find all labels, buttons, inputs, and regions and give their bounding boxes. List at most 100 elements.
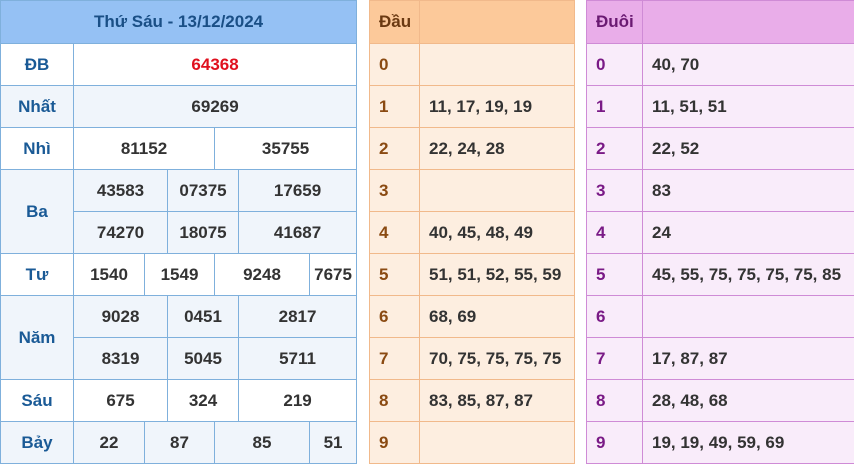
head-digit: 1 <box>370 86 420 128</box>
tail-digit-table: Đuôi 040, 70111, 51, 51222, 52383424545,… <box>586 0 854 464</box>
head-digit: 2 <box>370 128 420 170</box>
tail-values: 22, 52 <box>643 128 854 170</box>
tail-values: 24 <box>643 212 854 254</box>
head-values: 22, 24, 28 <box>420 128 575 170</box>
prize-number: 324 <box>168 380 239 422</box>
prize-label: Tư <box>1 254 74 296</box>
prize-number: 74270 <box>74 212 168 254</box>
prize-number: 87 <box>145 422 215 464</box>
head-table-body: 0111, 17, 19, 19222, 24, 283440, 45, 48,… <box>370 44 575 464</box>
prize-label: Nhì <box>1 128 74 170</box>
prize-number: 17659 <box>239 170 357 212</box>
head-row-3: 3 <box>370 170 575 212</box>
tail-digit: 7 <box>587 338 643 380</box>
tail-digit: 8 <box>587 380 643 422</box>
tail-values: 40, 70 <box>643 44 854 86</box>
tail-digit: 0 <box>587 44 643 86</box>
special-prize-number: 64368 <box>74 44 357 86</box>
head-table-title: Đầu <box>370 1 420 44</box>
head-digit: 0 <box>370 44 420 86</box>
head-values: 11, 17, 19, 19 <box>420 86 575 128</box>
tail-row-3: 383 <box>587 170 854 212</box>
results-table: Thứ Sáu - 13/12/2024 ĐB 64368 Nhất 69269… <box>0 0 357 464</box>
head-row-7: 770, 75, 75, 75, 75 <box>370 338 575 380</box>
head-digit-table: Đầu 0111, 17, 19, 19222, 24, 283440, 45,… <box>369 0 575 464</box>
prize-number: 18075 <box>168 212 239 254</box>
head-values: 68, 69 <box>420 296 575 338</box>
head-row-4: 440, 45, 48, 49 <box>370 212 575 254</box>
head-values: 70, 75, 75, 75, 75 <box>420 338 575 380</box>
prize-row-nhat: Nhất 69269 <box>1 86 357 128</box>
head-values: 40, 45, 48, 49 <box>420 212 575 254</box>
tail-values: 17, 87, 87 <box>643 338 854 380</box>
tail-row-6: 6 <box>587 296 854 338</box>
tail-values <box>643 296 854 338</box>
head-values: 51, 51, 52, 55, 59 <box>420 254 575 296</box>
head-digit: 8 <box>370 380 420 422</box>
prize-row-tu: Tư 1540 1549 9248 7675 <box>1 254 357 296</box>
tail-digit: 4 <box>587 212 643 254</box>
tail-row-0: 040, 70 <box>587 44 854 86</box>
prize-number: 85 <box>215 422 310 464</box>
prize-label: Bảy <box>1 422 74 464</box>
head-row-0: 0 <box>370 44 575 86</box>
prize-number: 22 <box>74 422 145 464</box>
head-row-8: 883, 85, 87, 87 <box>370 380 575 422</box>
head-row-1: 111, 17, 19, 19 <box>370 86 575 128</box>
tail-digit: 5 <box>587 254 643 296</box>
tail-digit: 2 <box>587 128 643 170</box>
tail-digit: 9 <box>587 422 643 464</box>
head-digit: 3 <box>370 170 420 212</box>
prize-number: 8319 <box>74 338 168 380</box>
tail-values: 45, 55, 75, 75, 75, 75, 85 <box>643 254 854 296</box>
prize-number: 5711 <box>239 338 357 380</box>
head-table-header-blank <box>420 1 575 44</box>
tail-table-body: 040, 70111, 51, 51222, 52383424545, 55, … <box>587 44 854 464</box>
tail-values: 11, 51, 51 <box>643 86 854 128</box>
tail-values: 19, 19, 49, 59, 69 <box>643 422 854 464</box>
tail-row-1: 111, 51, 51 <box>587 86 854 128</box>
prize-number: 1540 <box>74 254 145 296</box>
prize-number: 81152 <box>74 128 215 170</box>
prize-row-ba: Ba 43583 07375 17659 <box>1 170 357 212</box>
prize-number: 9248 <box>215 254 310 296</box>
head-row-6: 668, 69 <box>370 296 575 338</box>
results-title: Thứ Sáu - 13/12/2024 <box>1 1 357 44</box>
head-row-5: 551, 51, 52, 55, 59 <box>370 254 575 296</box>
prize-label: ĐB <box>1 44 74 86</box>
prize-number: 5045 <box>168 338 239 380</box>
prize-number: 1549 <box>145 254 215 296</box>
head-row-2: 222, 24, 28 <box>370 128 575 170</box>
tail-table-title: Đuôi <box>587 1 643 44</box>
prize-number: 07375 <box>168 170 239 212</box>
prize-number: 7675 <box>310 254 357 296</box>
prize-number: 51 <box>310 422 357 464</box>
prize-number: 675 <box>74 380 168 422</box>
head-digit: 6 <box>370 296 420 338</box>
head-digit: 4 <box>370 212 420 254</box>
head-row-9: 9 <box>370 422 575 464</box>
head-values <box>420 422 575 464</box>
tail-row-2: 222, 52 <box>587 128 854 170</box>
tail-values: 28, 48, 68 <box>643 380 854 422</box>
prize-number: 41687 <box>239 212 357 254</box>
head-values: 83, 85, 87, 87 <box>420 380 575 422</box>
head-digit: 5 <box>370 254 420 296</box>
tail-row-8: 828, 48, 68 <box>587 380 854 422</box>
tail-digit: 6 <box>587 296 643 338</box>
prize-number: 69269 <box>74 86 357 128</box>
prize-label: Sáu <box>1 380 74 422</box>
prize-label: Năm <box>1 296 74 380</box>
tail-row-7: 717, 87, 87 <box>587 338 854 380</box>
tail-row-9: 919, 19, 49, 59, 69 <box>587 422 854 464</box>
prize-number: 9028 <box>74 296 168 338</box>
tail-values: 83 <box>643 170 854 212</box>
prize-row-bay: Bảy 22 87 85 51 <box>1 422 357 464</box>
prize-row-nhi: Nhì 81152 35755 <box>1 128 357 170</box>
head-values <box>420 44 575 86</box>
prize-row-nam: Năm 9028 0451 2817 <box>1 296 357 338</box>
prize-number: 219 <box>239 380 357 422</box>
prize-row-sau: Sáu 675 324 219 <box>1 380 357 422</box>
prize-number: 0451 <box>168 296 239 338</box>
prize-label: Ba <box>1 170 74 254</box>
